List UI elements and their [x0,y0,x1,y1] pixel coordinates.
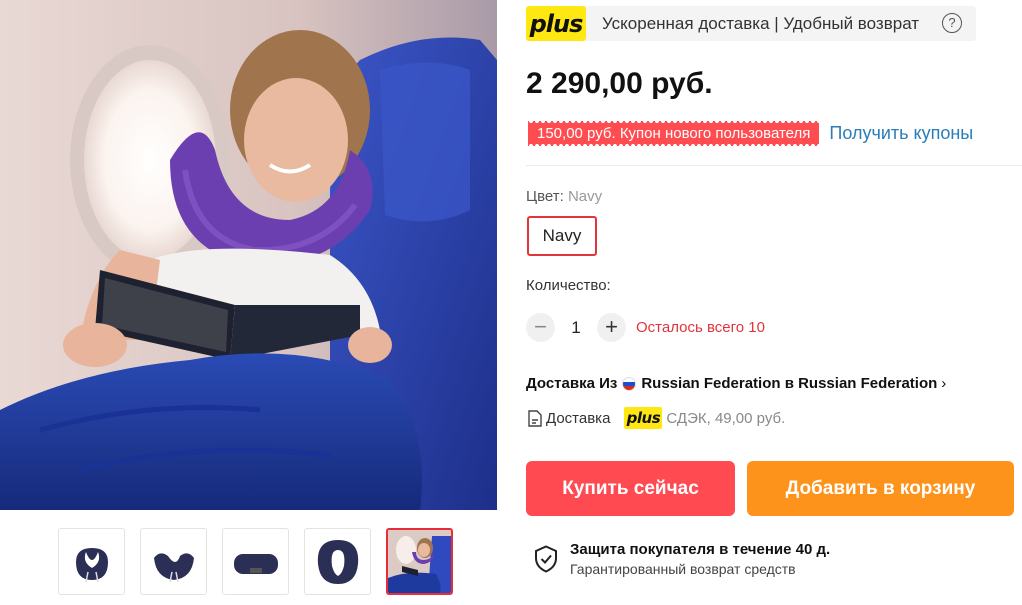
thumbnail-pillow-top[interactable] [304,528,371,595]
russia-flag-icon [622,376,637,391]
delivery-route-link[interactable]: Доставка Из Russian Federation в Russian… [526,375,946,392]
add-to-cart-button[interactable]: Добавить в корзину [747,461,1014,516]
delivery-from-prefix: Доставка Из [526,375,618,392]
plus-mini-logo: plus [624,407,663,429]
chevron-right-icon: › [941,375,947,392]
main-product-image[interactable] [0,0,497,510]
buy-now-button[interactable]: Купить сейчас [526,461,735,516]
product-info-panel: plus Ускоренная доставка | Удобный возвр… [526,0,1022,605]
thumbnail-woman-on-plane[interactable] [386,528,453,595]
pillow-thumb-image [233,553,278,574]
quantity-value[interactable]: 1 [555,318,597,338]
quantity-stepper: − 1 + Осталось всего 10 [526,313,765,342]
delivery-method-row: Доставка plus СДЭК, 49,00 руб. [528,407,785,429]
delivery-label: Доставка [546,409,611,427]
thumbnail-pillow-front[interactable] [58,528,125,595]
shield-check-icon [535,545,557,573]
pillow-thumb-image [153,552,194,582]
quantity-label: Количество: [526,277,611,294]
coupon-row: 150,00 руб. Купон нового пользователя По… [528,121,973,146]
delivery-route-text: Russian Federation в Russian Federation [641,375,938,392]
color-label-text: Цвет: [526,188,564,205]
thumbnail-gallery [58,528,453,595]
product-price: 2 290,00 руб. [526,67,713,100]
thumbnail-pillow-angle[interactable] [140,528,207,595]
pillow-thumb-image [75,547,108,582]
stock-remaining-text: Осталось всего 10 [636,319,765,336]
question-circle-icon[interactable]: ? [942,13,962,33]
buyer-protection-subtitle: Гарантированный возврат средств [570,561,796,577]
delivery-method-cdek: СДЭК, 49,00 руб. [666,409,786,427]
plus-logo: plus [526,6,586,41]
quantity-decrease-button[interactable]: − [526,313,555,342]
buyer-protection-text: Защита покупателя в течение 40 д. Гарант… [570,541,830,577]
color-label: Цвет: Navy [526,188,602,205]
quantity-increase-button[interactable]: + [597,313,626,342]
new-user-coupon-badge[interactable]: 150,00 руб. Купон нового пользователя [528,121,820,146]
woman-thumb-image [388,530,451,593]
get-coupons-link[interactable]: Получить купоны [829,123,973,144]
buyer-protection-title: Защита покупателя в течение 40 д. [570,541,831,558]
plus-benefits-text: Ускоренная доставка | Удобный возврат [602,13,920,33]
selected-color-value: Navy [567,188,603,205]
buyer-protection[interactable]: Защита покупателя в течение 40 д. Гарант… [534,541,830,577]
divider [526,165,1022,166]
color-option-navy[interactable]: Navy [527,216,597,256]
product-photo [0,0,497,510]
thumbnail-pillow-side[interactable] [222,528,289,595]
delivery-document-icon [528,409,542,427]
pillow-thumb-image [317,539,358,584]
plus-benefits-bar[interactable]: plus Ускоренная доставка | Удобный возвр… [526,6,976,41]
